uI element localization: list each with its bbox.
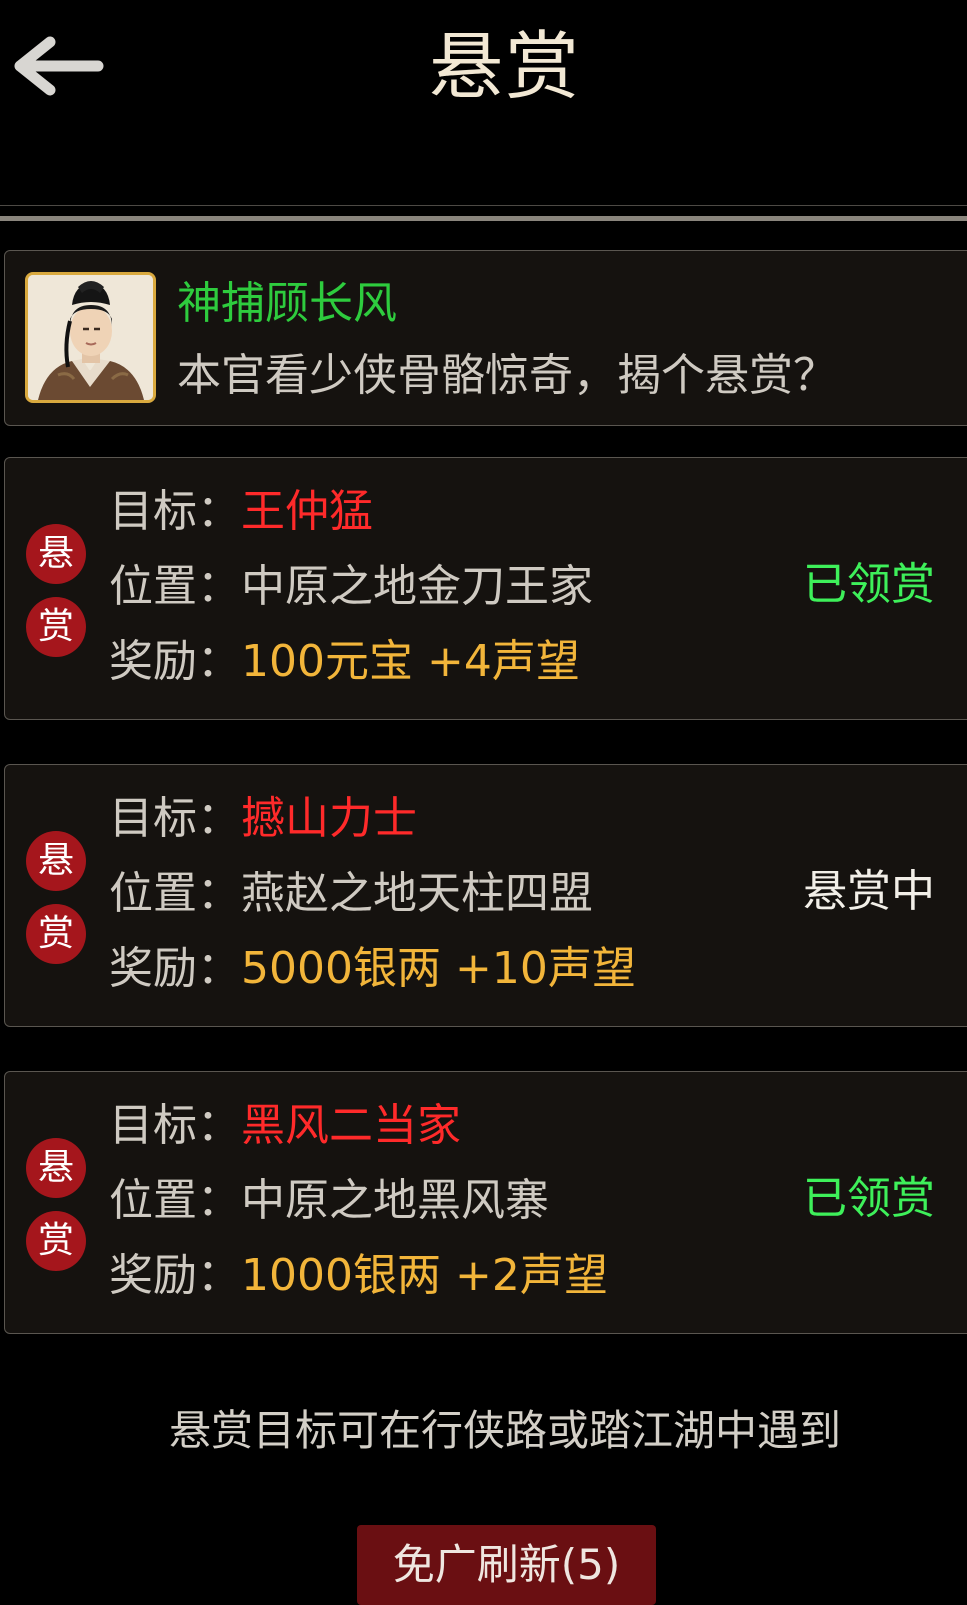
bounty-status[interactable]: 已领赏 (803, 1172, 935, 1226)
location-row: 位置：中原之地黑风寨 (109, 1174, 549, 1228)
reward-label: 奖励： (109, 943, 241, 994)
target-name: 王仲猛 (241, 486, 373, 537)
location-row: 位置：中原之地金刀王家 (109, 560, 593, 614)
reward-row: 奖励：100元宝 +4声望 (109, 635, 580, 689)
target-row: 目标：王仲猛 (109, 485, 373, 539)
bounty-seal-icon: 赏 (26, 597, 86, 657)
refresh-button[interactable]: 免广刷新(5) (357, 1525, 656, 1605)
location-label: 位置： (109, 1175, 241, 1226)
reward-value: 5000银两 +10声望 (241, 943, 636, 994)
location-label: 位置： (109, 868, 241, 919)
target-row: 目标：黑风二当家 (109, 1099, 461, 1153)
header-bar: 悬赏 (0, 0, 967, 200)
target-label: 目标： (109, 1100, 241, 1151)
bounty-status[interactable]: 已领赏 (803, 558, 935, 612)
target-label: 目标： (109, 793, 241, 844)
footer-hint: 悬赏目标可在行侠路或踏江湖中遇到 (168, 1406, 841, 1455)
npc-avatar (25, 272, 156, 403)
location-value: 中原之地金刀王家 (241, 561, 593, 612)
bounty-seal-icon: 赏 (26, 1211, 86, 1271)
location-value: 中原之地黑风寨 (241, 1175, 549, 1226)
reward-row: 奖励：5000银两 +10声望 (109, 942, 636, 996)
location-label: 位置： (109, 561, 241, 612)
target-label: 目标： (109, 486, 241, 537)
header-divider-bold (0, 216, 967, 221)
npc-card: 神捕顾长风 本官看少侠骨骼惊奇，揭个悬赏？ (4, 250, 967, 426)
bounty-status[interactable]: 悬赏中 (803, 865, 935, 919)
location-value: 燕赵之地天柱四盟 (241, 868, 593, 919)
bounty-seal-icon: 悬 (26, 524, 86, 584)
reward-label: 奖励： (109, 1250, 241, 1301)
page-title: 悬赏 (429, 24, 581, 110)
bounty-card-2[interactable]: 悬 赏 目标：撼山力士 位置：燕赵之地天柱四盟 奖励：5000银两 +10声望 … (4, 764, 967, 1027)
target-name: 撼山力士 (241, 793, 417, 844)
target-row: 目标：撼山力士 (109, 792, 417, 846)
target-name: 黑风二当家 (241, 1100, 461, 1151)
bounty-card-1[interactable]: 悬 赏 目标：王仲猛 位置：中原之地金刀王家 奖励：100元宝 +4声望 已领赏 (4, 457, 967, 720)
location-row: 位置：燕赵之地天柱四盟 (109, 867, 593, 921)
bounty-seal-icon: 赏 (26, 904, 86, 964)
reward-row: 奖励：1000银两 +2声望 (109, 1249, 608, 1303)
bounty-card-3[interactable]: 悬 赏 目标：黑风二当家 位置：中原之地黑风寨 奖励：1000银两 +2声望 已… (4, 1071, 967, 1334)
reward-value: 100元宝 +4声望 (241, 636, 580, 687)
reward-label: 奖励： (109, 636, 241, 687)
bounty-seal-icon: 悬 (26, 1138, 86, 1198)
bounty-seal-icon: 悬 (26, 831, 86, 891)
header-divider (0, 205, 967, 206)
npc-name: 神捕顾长风 (177, 278, 397, 329)
npc-portrait-icon (28, 275, 153, 400)
reward-value: 1000银两 +2声望 (241, 1250, 608, 1301)
npc-dialogue: 本官看少侠骨骼惊奇，揭个悬赏？ (177, 350, 837, 401)
